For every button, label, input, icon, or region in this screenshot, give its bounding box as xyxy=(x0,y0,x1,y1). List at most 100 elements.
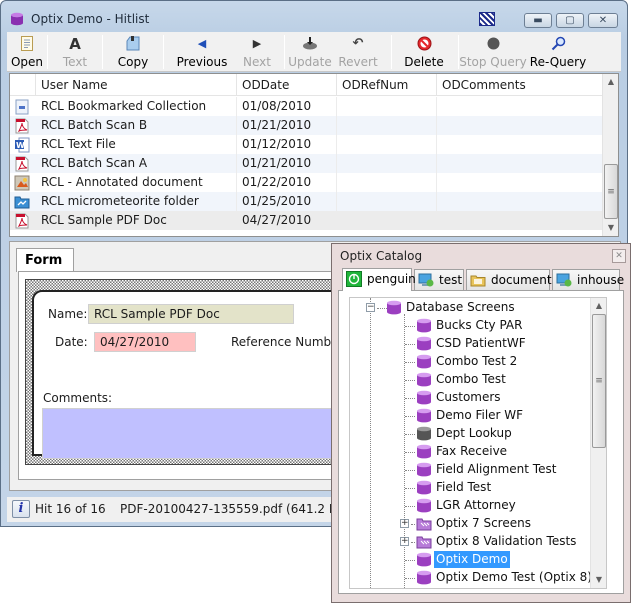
tree-node[interactable]: Combo Test 2 xyxy=(350,353,590,371)
revert-label: Revert xyxy=(338,55,378,69)
minimize-icon: ▬ xyxy=(533,14,543,26)
tree-node[interactable]: + Optix 7 Screens xyxy=(350,515,590,533)
tree-node[interactable]: Optix Demo xyxy=(350,551,590,569)
header-user-name[interactable]: User Name xyxy=(36,74,237,96)
cell-oddate: 01/21/2010 xyxy=(237,116,337,135)
annotated-image-icon xyxy=(14,175,30,191)
catalog-scrollbar[interactable]: ▲ ≡ ▼ xyxy=(590,298,606,588)
tree-connector xyxy=(405,362,415,363)
cell-oddate: 01/21/2010 xyxy=(237,154,337,173)
copy-button[interactable]: Copy xyxy=(103,32,163,72)
tree-label: Optix 8 Validation Tests xyxy=(436,534,577,548)
scroll-up-arrow[interactable]: ▲ xyxy=(591,298,606,314)
stop-query-button[interactable]: Stop Query xyxy=(459,32,527,72)
tab-penguin[interactable]: penguin xyxy=(342,268,416,291)
open-button[interactable]: Open xyxy=(7,32,47,72)
expand-icon[interactable]: + xyxy=(400,519,409,528)
next-label: Next xyxy=(243,55,271,69)
tree-node[interactable]: Dept Lookup xyxy=(350,425,590,443)
tree-node[interactable]: Field Alignment Test xyxy=(350,461,590,479)
pdf-icon xyxy=(14,213,30,229)
cell-user-name: RCL Bookmarked Collection xyxy=(36,97,237,116)
header-odrefnum[interactable]: ODRefNum xyxy=(337,74,437,96)
date-field[interactable]: 04/27/2010 xyxy=(94,332,196,352)
cell-odcomments xyxy=(437,97,604,116)
scroll-down-arrow[interactable]: ▼ xyxy=(591,572,606,588)
open-label: Open xyxy=(10,55,44,69)
maximize-button[interactable]: ▢ xyxy=(556,13,584,28)
scroll-up-arrow[interactable]: ▲ xyxy=(603,74,618,90)
reference-number-label: Reference Numb xyxy=(231,335,332,349)
table-row[interactable]: W RCL Text File 01/12/2010 xyxy=(10,135,604,154)
tree-node[interactable]: Demo Filer WF xyxy=(350,407,590,425)
tree-connector xyxy=(411,542,415,543)
tree-node[interactable]: Field Test xyxy=(350,479,590,497)
scroll-thumb[interactable]: ≡ xyxy=(592,314,606,448)
comments-field[interactable] xyxy=(42,408,332,459)
database-icon xyxy=(416,552,432,567)
tree-label: Bucks Cty PAR xyxy=(436,318,523,332)
collapse-icon[interactable]: − xyxy=(366,303,375,312)
cell-odcomments xyxy=(437,116,604,135)
tree-connector xyxy=(405,560,415,561)
scroll-thumb[interactable]: ≡ xyxy=(604,164,618,219)
grid-header: User Name ODDate ODRefNum ODComments xyxy=(10,74,604,96)
name-field[interactable]: RCL Sample PDF Doc xyxy=(88,304,294,324)
catalog-close-button[interactable]: ✕ xyxy=(612,249,626,263)
header-odcomments[interactable]: ODComments xyxy=(437,74,604,96)
table-row[interactable]: RCL Batch Scan B 01/21/2010 xyxy=(10,116,604,135)
table-row[interactable]: RCL - Annotated document 01/22/2010 xyxy=(10,173,604,192)
next-button[interactable]: ▶ Next xyxy=(240,32,274,72)
arrow-right-icon: ▶ xyxy=(252,37,262,50)
tree-connector xyxy=(405,470,415,471)
database-icon xyxy=(416,408,432,423)
tree-label: Customers xyxy=(436,390,501,404)
tree-node[interactable]: LGR Attorney xyxy=(350,497,590,515)
update-button[interactable]: Update xyxy=(285,32,335,72)
tab-test[interactable]: test xyxy=(414,269,464,290)
tab-form[interactable]: Form xyxy=(16,248,74,272)
tree-label: Optix Demo xyxy=(434,551,510,568)
table-row[interactable]: RCL Batch Scan A 01/21/2010 xyxy=(10,154,604,173)
expand-icon[interactable]: + xyxy=(400,537,409,546)
text-button[interactable]: A Text xyxy=(48,32,102,72)
update-label: Update xyxy=(288,55,332,69)
title-bar[interactable]: Optix Demo - Hitlist ▬ ▢ ✕ xyxy=(1,1,627,31)
tree-connector xyxy=(405,326,415,327)
tree-node[interactable]: Combo Test xyxy=(350,371,590,389)
tree-label: Optix 7 Screens xyxy=(436,516,531,530)
revert-button[interactable]: ↶ Revert xyxy=(335,32,381,72)
cell-oddate: 01/25/2010 xyxy=(237,192,337,211)
database-icon xyxy=(416,372,432,387)
table-row[interactable]: RCL Bookmarked Collection 01/08/2010 xyxy=(10,97,604,116)
delete-button[interactable]: Delete xyxy=(392,32,456,72)
tab-label: test xyxy=(439,273,463,287)
tab-documents[interactable]: documents xyxy=(466,269,558,290)
info-icon[interactable]: i xyxy=(12,500,30,518)
hitlist-scrollbar[interactable]: ▲ ≡ ▼ xyxy=(602,74,618,236)
database-icon xyxy=(416,444,432,459)
tree-node[interactable]: Customers xyxy=(350,389,590,407)
table-row[interactable]: RCL Sample PDF Doc 04/27/2010 xyxy=(10,211,604,230)
tree-node[interactable]: + Optix 8 Validation Tests xyxy=(350,533,590,551)
tree-node-database-screens[interactable]: − Database Screens xyxy=(350,299,590,317)
tree-node[interactable]: CSD PatientWF xyxy=(350,335,590,353)
network-computer-icon xyxy=(556,273,572,287)
scroll-down-arrow[interactable]: ▼ xyxy=(603,220,618,236)
minimize-button[interactable]: ▬ xyxy=(524,13,552,28)
name-label: Name: xyxy=(48,307,88,321)
table-row[interactable]: RCL micrometeorite folder 01/25/2010 xyxy=(10,192,604,211)
hatch-app-icon[interactable] xyxy=(479,12,495,26)
re-query-button[interactable]: Re-Query xyxy=(527,32,589,72)
database-icon xyxy=(386,300,402,315)
tab-inhouse[interactable]: inhouse xyxy=(552,269,624,290)
stop-icon xyxy=(485,36,501,51)
toolbar: Open A Text Copy ◀ Previous ▶ Next Updat… xyxy=(7,32,621,72)
window-title: Optix Demo - Hitlist xyxy=(31,12,150,26)
header-oddate[interactable]: ODDate xyxy=(237,74,337,96)
tree-node[interactable]: Fax Receive xyxy=(350,443,590,461)
close-button[interactable]: ✕ xyxy=(588,13,618,28)
tree-node[interactable]: Optix Demo Test (Optix 8) xyxy=(350,569,592,587)
tree-node[interactable]: Bucks Cty PAR xyxy=(350,317,590,335)
previous-button[interactable]: ◀ Previous xyxy=(164,32,240,72)
